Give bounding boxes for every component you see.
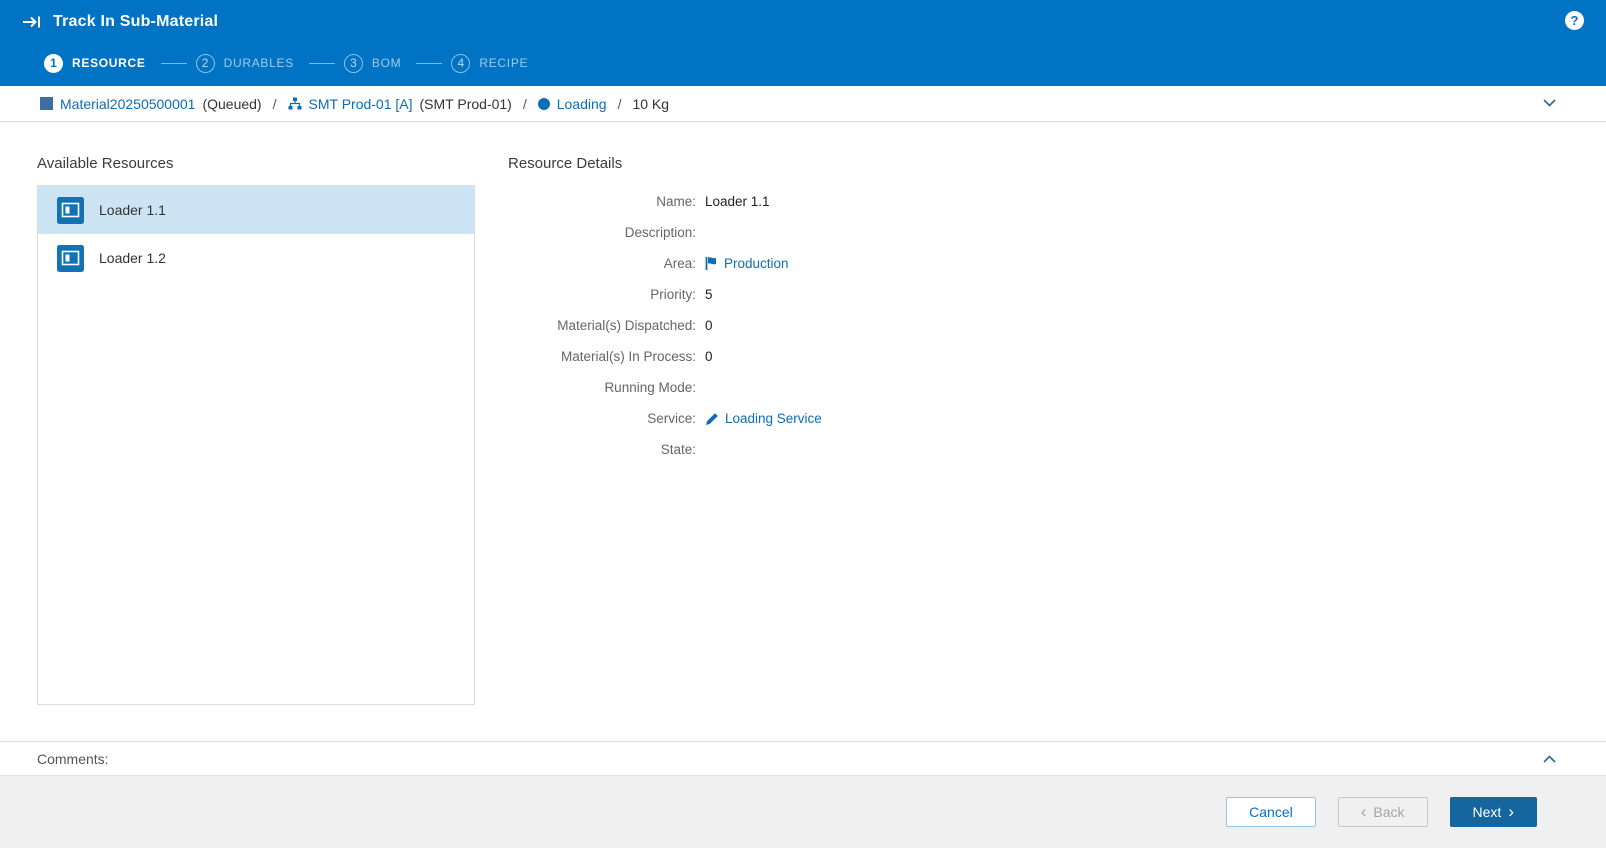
step-connector [309,63,335,64]
step-label: RECIPE [479,56,528,70]
step-durables[interactable]: 2 DURABLES [196,54,294,73]
field-value: 0 [705,349,713,364]
chevron-right-icon: › [1508,803,1514,820]
field-label: Name: [508,194,696,209]
step-number: 4 [451,54,470,73]
field-row-description: Description: [508,217,1566,248]
next-button[interactable]: Next › [1450,797,1537,827]
material-link[interactable]: Material20250500001 [60,96,195,112]
next-button-label: Next [1473,805,1502,819]
area-production-link[interactable]: Production [724,256,789,271]
resource-item-loader-1-1[interactable]: Loader 1.1 [38,186,474,234]
field-value: Loading Service [705,411,822,426]
chevron-down-icon[interactable] [1543,99,1556,107]
flag-icon [705,256,718,271]
material-icon [40,97,53,110]
page-title: Track In Sub-Material [53,13,218,31]
resource-name: Loader 1.2 [99,250,166,266]
cancel-button[interactable]: Cancel [1226,797,1316,827]
quantity-value: 10 Kg [632,96,669,112]
flow-step-icon [288,97,302,110]
field-label: Running Mode: [508,380,696,395]
step-number: 2 [196,54,215,73]
header: Track In Sub-Material ? 1 RESOURCE 2 DUR… [0,0,1606,86]
step-number: 3 [344,54,363,73]
flow-link[interactable]: Loading [557,96,607,112]
step-detail: (SMT Prod-01) [420,96,512,112]
material-state: (Queued) [202,96,261,112]
field-label: Priority: [508,287,696,302]
back-button[interactable]: ‹ Back [1338,797,1428,827]
breadcrumb: Material20250500001 (Queued) / SMT Prod-… [0,86,1606,122]
breadcrumb-separator: / [273,96,277,112]
resource-list: Loader 1.1 Loader 1.2 [37,185,475,705]
step-label: BOM [372,56,401,70]
wrench-icon [705,412,719,426]
details-title: Resource Details [508,155,1566,172]
field-row-state: State: [508,434,1566,465]
step-link[interactable]: SMT Prod-01 [A] [309,96,413,112]
main-content: Available Resources Loader 1.1 [0,122,1606,741]
field-row-running-mode: Running Mode: [508,372,1566,403]
help-icon[interactable]: ? [1565,11,1584,30]
loader-icon [57,245,84,272]
step-connector [161,63,187,64]
chevron-left-icon: ‹ [1361,803,1367,820]
field-label: State: [508,442,696,457]
resources-title: Available Resources [37,155,475,172]
field-row-priority: Priority: 5 [508,279,1566,310]
resource-name: Loader 1.1 [99,202,166,218]
field-row-area: Area: Production [508,248,1566,279]
track-in-window: Track In Sub-Material ? 1 RESOURCE 2 DUR… [0,0,1606,741]
breadcrumb-separator: / [618,96,622,112]
field-label: Material(s) Dispatched: [508,318,696,333]
field-row-materials-dispatched: Material(s) Dispatched: 0 [508,310,1566,341]
loader-icon [57,197,84,224]
loading-service-link[interactable]: Loading Service [725,411,822,426]
comments-bar[interactable]: Comments: [0,741,1606,775]
field-label: Material(s) In Process: [508,349,696,364]
step-number: 1 [44,54,63,73]
chevron-up-icon[interactable] [1543,755,1556,763]
field-value: 5 [705,287,713,302]
step-bom[interactable]: 3 BOM [344,54,401,73]
comments-label: Comments: [37,751,109,767]
resource-item-loader-1-2[interactable]: Loader 1.2 [38,234,474,282]
field-row-materials-in-process: Material(s) In Process: 0 [508,341,1566,372]
title-row: Track In Sub-Material ? [22,0,1584,42]
field-row-service: Service: Loading Service [508,403,1566,434]
field-row-name: Name: Loader 1.1 [508,186,1566,217]
loading-step-icon [538,98,550,110]
step-resource[interactable]: 1 RESOURCE [44,54,146,73]
step-label: RESOURCE [72,56,146,70]
step-label: DURABLES [224,56,294,70]
field-label: Service: [508,411,696,426]
available-resources-panel: Available Resources Loader 1.1 [37,155,475,705]
step-connector [416,63,442,64]
step-recipe[interactable]: 4 RECIPE [451,54,528,73]
field-value: Production [705,256,789,271]
field-value: Loader 1.1 [705,194,770,209]
back-button-label: Back [1373,805,1404,819]
field-label: Description: [508,225,696,240]
field-value: 0 [705,318,713,333]
footer: Cancel ‹ Back Next › [0,775,1606,848]
track-in-icon [22,14,42,30]
breadcrumb-separator: / [523,96,527,112]
resource-details-panel: Resource Details Name: Loader 1.1 Descri… [508,155,1566,465]
detail-fields: Name: Loader 1.1 Description: Area: [508,186,1566,465]
wizard-steps: 1 RESOURCE 2 DURABLES 3 BOM 4 RECIPE [22,42,1584,84]
field-label: Area: [508,256,696,271]
